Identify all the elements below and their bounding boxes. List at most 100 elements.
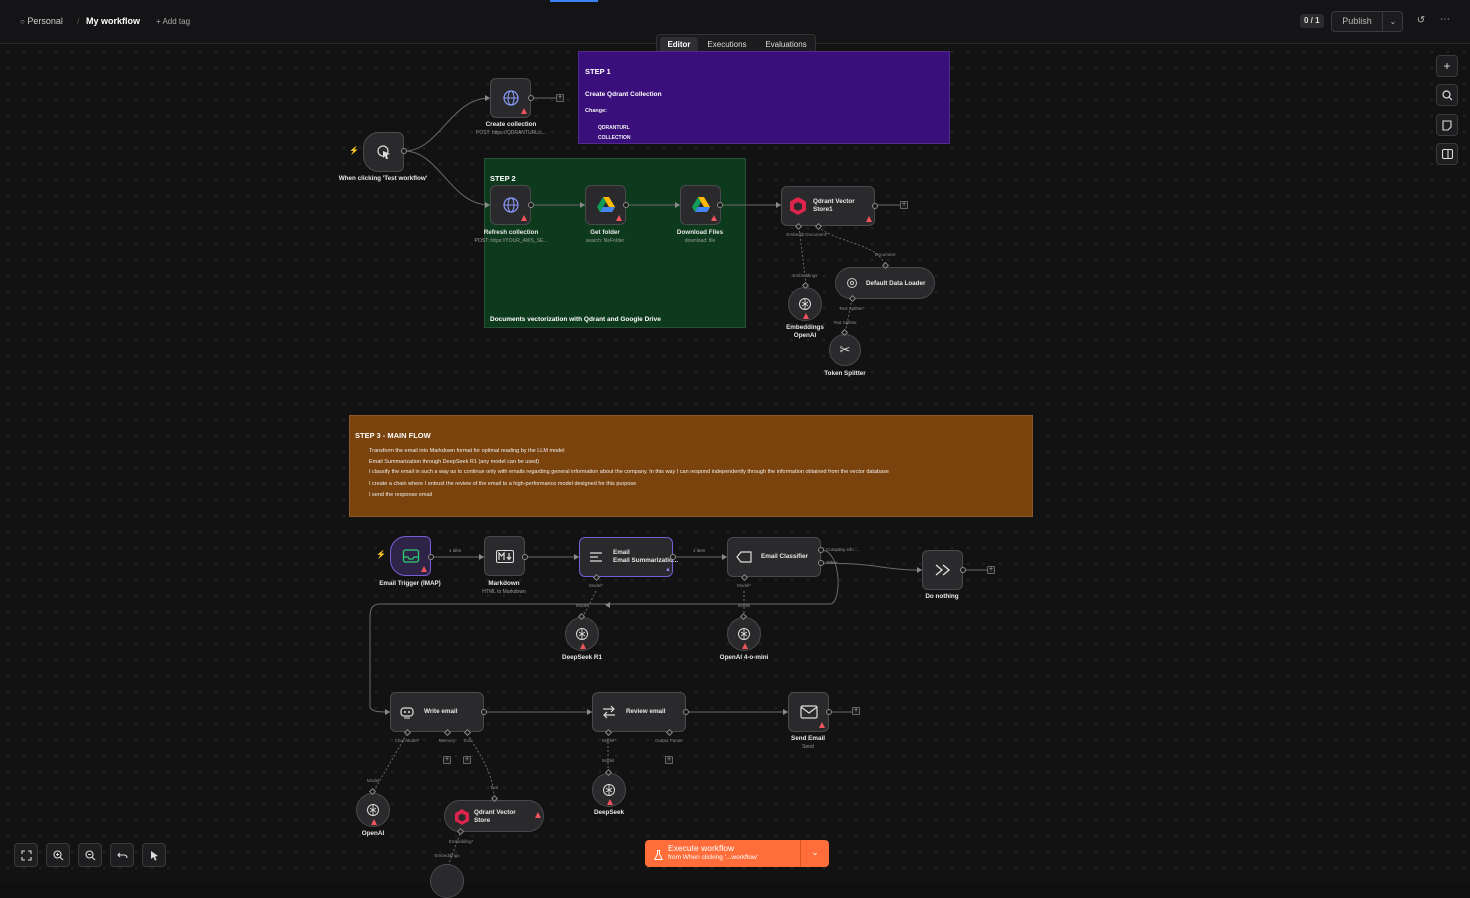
output-port[interactable] xyxy=(623,202,629,208)
node-create-collection[interactable] xyxy=(490,78,531,118)
node-download-files[interactable] xyxy=(680,185,721,225)
warning-icon xyxy=(521,108,527,114)
node-label: Refresh collection xyxy=(483,229,539,236)
node-subtitle: Send xyxy=(802,744,814,750)
flask-icon xyxy=(653,848,664,866)
output-port[interactable] xyxy=(818,560,824,566)
port-label: Model xyxy=(575,603,589,608)
node-label: When clicking 'Test workflow' xyxy=(338,175,428,182)
node-label: Do nothing xyxy=(925,593,959,600)
node-email-summarization[interactable]: Email Email Summarizatio... ▲ xyxy=(579,537,678,577)
node-subtitle: search: fileFolder xyxy=(585,238,625,244)
add-tag-button[interactable]: + Add tag xyxy=(156,17,190,26)
node-email-classifier[interactable]: Email Classifier xyxy=(727,537,821,577)
zoom-out-button[interactable] xyxy=(78,843,102,867)
warning-icon xyxy=(803,313,809,319)
node-refresh-collection[interactable] xyxy=(490,185,531,225)
warning-icon xyxy=(371,819,377,825)
select-mode-button[interactable] xyxy=(142,843,166,867)
node-deepseek-r1[interactable] xyxy=(565,617,599,651)
node-send-email[interactable] xyxy=(788,692,829,732)
node-token-splitter[interactable]: ✂ xyxy=(829,334,861,366)
add-node-plus-icon[interactable]: + xyxy=(900,201,908,209)
node-get-folder[interactable] xyxy=(585,185,626,225)
edge-item-count: 1 item xyxy=(449,548,462,553)
project-breadcrumb[interactable]: ○ Personal xyxy=(20,16,63,26)
zoom-in-button[interactable] xyxy=(46,843,70,867)
publish-button[interactable]: Publish xyxy=(1332,12,1382,31)
undo-icon xyxy=(116,852,128,858)
add-node-plus-icon[interactable]: + xyxy=(556,94,564,102)
add-node-plus-icon[interactable]: + xyxy=(987,566,995,574)
output-port[interactable] xyxy=(960,567,966,573)
markdown-icon xyxy=(485,537,524,575)
node-manual-trigger[interactable] xyxy=(363,132,404,172)
workflow-canvas[interactable]: Editor Executions Evaluations STEP 1 Cre… xyxy=(0,34,1470,898)
search-icon xyxy=(1441,89,1452,100)
add-node-button[interactable]: + xyxy=(1436,55,1458,77)
node-openai-4o-mini[interactable] xyxy=(727,617,761,651)
node-default-data-loader[interactable]: Default Data Loader xyxy=(835,267,935,299)
node-do-nothing[interactable] xyxy=(922,550,963,590)
history-icon[interactable]: ↺ xyxy=(1414,14,1428,28)
panel-icon xyxy=(1441,149,1453,159)
execute-workflow-group: Execute workflow from When clicking '...… xyxy=(645,840,829,867)
node-deepseek[interactable] xyxy=(592,773,626,807)
edge-item-count: 1 item xyxy=(693,548,706,553)
scissors-icon: ✂ xyxy=(839,342,851,357)
undo-button[interactable] xyxy=(110,843,134,867)
toggle-panel-button[interactable] xyxy=(1436,143,1458,165)
output-port[interactable] xyxy=(522,554,528,560)
output-port[interactable] xyxy=(872,203,878,209)
output-port[interactable] xyxy=(528,202,534,208)
fit-view-icon xyxy=(20,849,32,861)
zoom-in-icon xyxy=(52,849,63,860)
node-email-trigger[interactable] xyxy=(390,536,431,576)
add-tool-plus-icon[interactable]: + xyxy=(463,756,471,764)
port-label: Tool xyxy=(462,738,472,743)
add-memory-plus-icon[interactable]: + xyxy=(443,756,451,764)
qdrant-icon xyxy=(454,808,470,826)
execute-chevron-down-icon[interactable]: ⌄ xyxy=(801,840,829,867)
node-label: Create collection xyxy=(485,121,537,128)
node-embeddings-openai[interactable] xyxy=(788,287,822,321)
warning-icon xyxy=(711,215,717,221)
output-port[interactable] xyxy=(717,202,723,208)
add-sticky-button[interactable] xyxy=(1436,114,1458,136)
node-label: OpenAI xyxy=(361,830,385,837)
node-markdown[interactable] xyxy=(484,536,525,576)
connections-layer xyxy=(369,95,988,867)
node-qdrant-vector-store[interactable]: Qdrant Vector Store xyxy=(444,800,544,832)
port-label: Chat Model* xyxy=(394,738,420,743)
search-nodes-button[interactable] xyxy=(1436,84,1458,106)
add-node-plus-icon[interactable]: + xyxy=(852,707,860,715)
output-port[interactable] xyxy=(818,547,824,553)
node-embeddings-partial[interactable] xyxy=(430,864,464,898)
node-label: OpenAI 4-o-mini xyxy=(719,654,769,661)
port-label: Document xyxy=(874,252,896,257)
node-label-line1: Email xyxy=(613,549,630,556)
output-port[interactable] xyxy=(683,709,689,715)
publish-chevron-down-icon[interactable]: ⌄ xyxy=(1383,12,1403,31)
node-label: Download Files xyxy=(676,229,724,236)
output-port[interactable] xyxy=(481,709,487,715)
port-label: Model xyxy=(601,758,615,763)
node-qdrant-vector-store1[interactable]: Qdrant Vector Store1 xyxy=(781,186,875,226)
output-port[interactable] xyxy=(401,148,407,154)
breadcrumb-separator: / xyxy=(77,16,80,26)
node-review-email[interactable]: Review email xyxy=(592,692,686,732)
node-write-email[interactable]: Write email xyxy=(390,692,484,732)
add-parser-plus-icon[interactable]: + xyxy=(665,756,673,764)
output-port[interactable] xyxy=(826,709,832,715)
output-port[interactable] xyxy=(670,554,676,560)
output-port[interactable] xyxy=(528,95,534,101)
more-icon[interactable]: ⋯ xyxy=(1438,14,1452,28)
output-port[interactable] xyxy=(428,554,434,560)
node-label: Email Trigger (IMAP) xyxy=(379,580,441,587)
execute-workflow-button[interactable]: Execute workflow from When clicking '...… xyxy=(645,840,800,867)
warning-icon xyxy=(819,722,825,728)
node-openai[interactable] xyxy=(356,793,390,827)
fit-view-button[interactable] xyxy=(14,843,38,867)
workflow-name[interactable]: My workflow xyxy=(86,16,140,26)
trigger-bolt-icon: ⚡ xyxy=(376,550,386,559)
